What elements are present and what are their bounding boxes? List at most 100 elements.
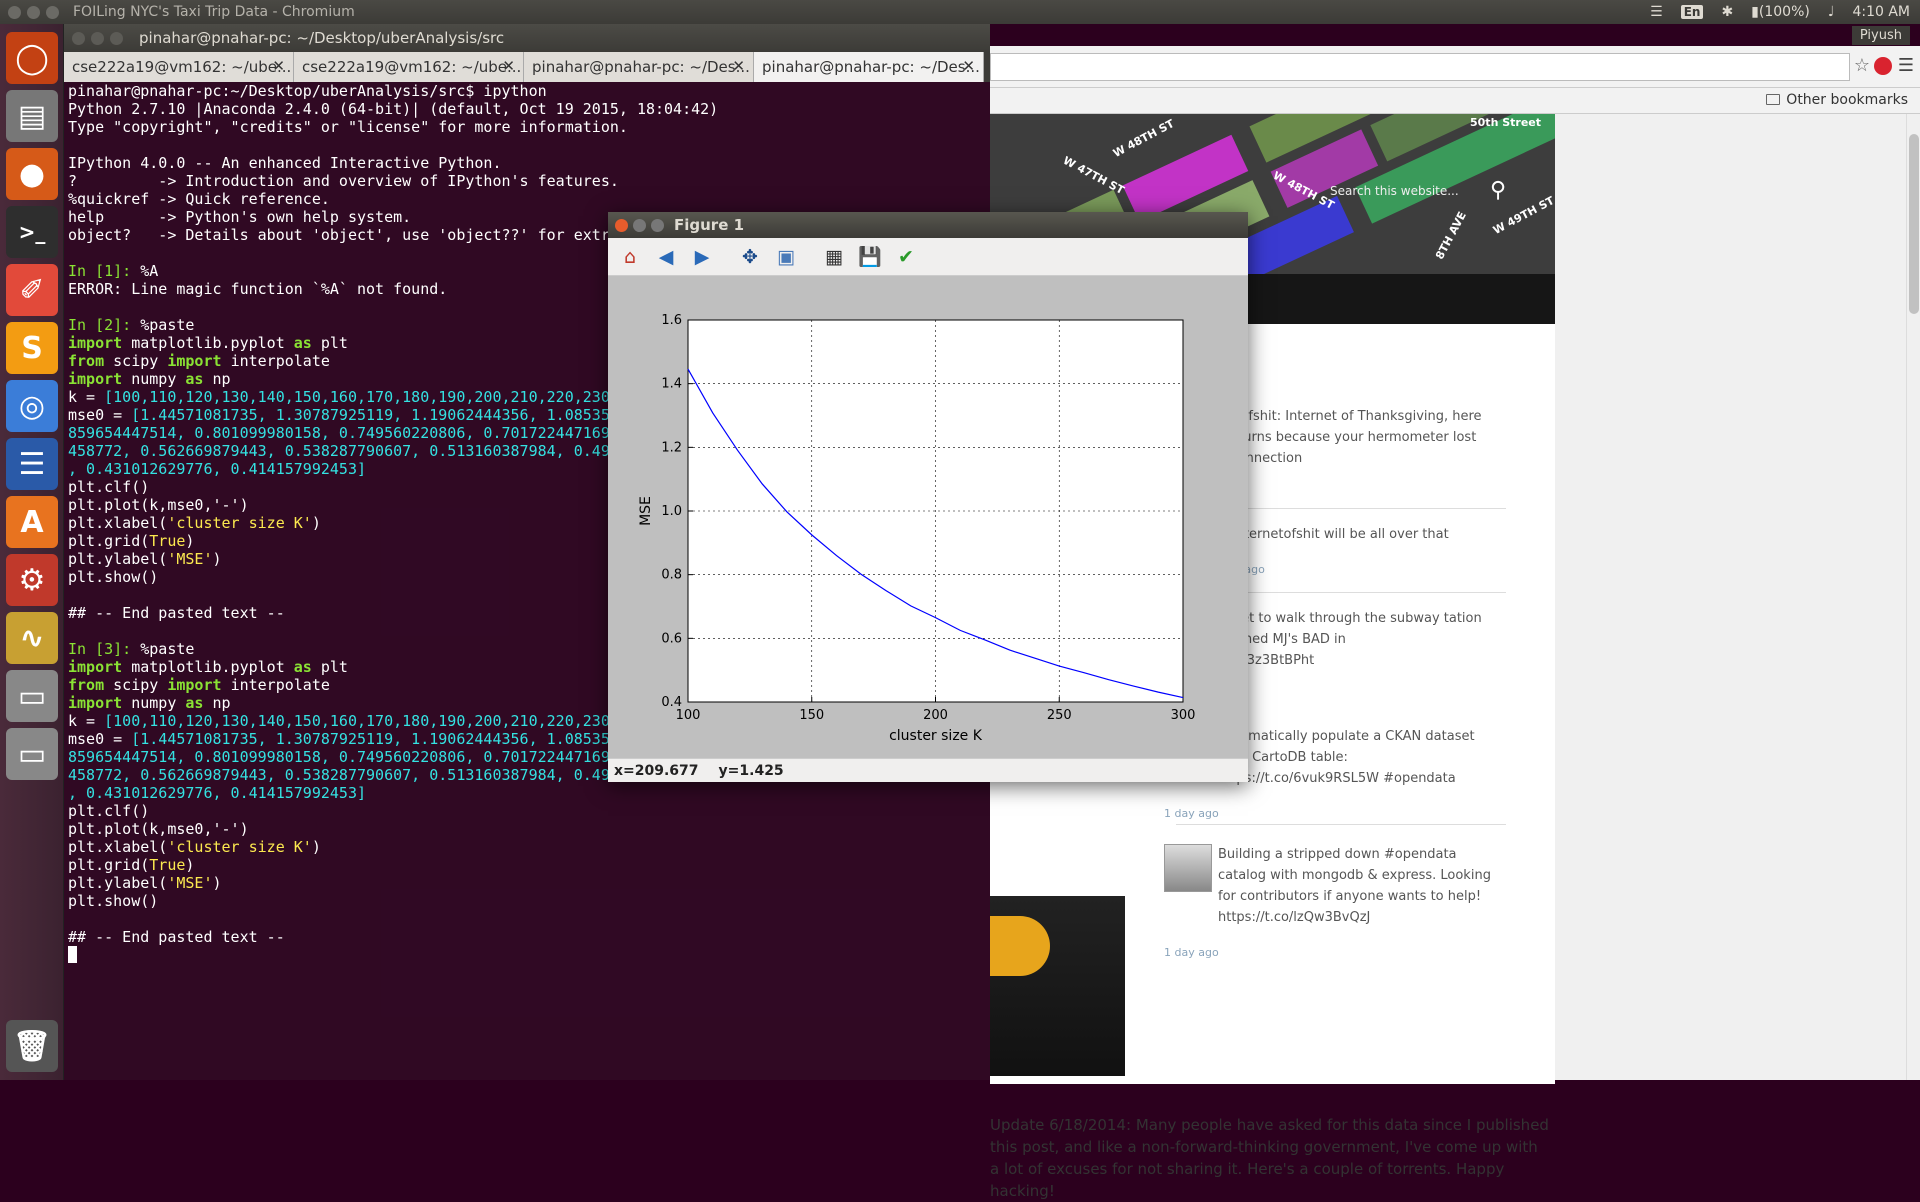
ubuntu-dash-icon[interactable]: ◯: [6, 32, 58, 84]
figure-status-bar: x=209.677 y=1.425: [608, 758, 1248, 782]
pan-icon[interactable]: ✥: [738, 245, 762, 269]
tab-label: pinahar@pnahar-pc: ~/Des...: [762, 58, 980, 76]
bookmarks-bar: Other bookmarks: [990, 88, 1920, 114]
address-bar[interactable]: [990, 53, 1850, 81]
page-scrollbar[interactable]: [1906, 114, 1920, 1080]
scrollbar-thumb[interactable]: [1909, 134, 1919, 314]
bluetooth-icon[interactable]: ✱: [1721, 4, 1733, 20]
keyboard-layout-indicator[interactable]: En: [1680, 5, 1704, 19]
system-monitor-icon[interactable]: ∿: [6, 612, 58, 664]
back-icon[interactable]: ◀: [654, 245, 678, 269]
y-tick-label: 0.8: [661, 568, 682, 583]
chromium-icon[interactable]: ◎: [6, 380, 58, 432]
x-tick-label: 100: [676, 708, 701, 723]
matplotlib-figure-window: Figure 1 ⌂ ◀ ▶ ✥ ▣ ▦ 💾 ✔ 100 150 200 250 300…: [608, 212, 1248, 782]
terminal-line: Type "copyright", "credits" or "license"…: [68, 118, 628, 136]
terminal-line: plt.clf(): [68, 802, 150, 820]
close-tab-icon[interactable]: ✕: [502, 57, 515, 75]
sublime-text-icon[interactable]: S: [6, 322, 58, 374]
avatar[interactable]: [1164, 844, 1212, 892]
software-center-icon[interactable]: A: [6, 496, 58, 548]
other-bookmarks-label: Other bookmarks: [1786, 92, 1908, 108]
terminal-line: ? -> Introduction and overview of IPytho…: [68, 172, 619, 190]
y-tick-label: 1.6: [661, 313, 682, 328]
writer-icon[interactable]: ☰: [6, 438, 58, 490]
address-bar-row: ☆ ☰: [990, 46, 1920, 88]
terminal-line: plt.show(): [68, 892, 159, 910]
home-icon[interactable]: ⌂: [618, 245, 642, 269]
folder-icon: [1766, 94, 1781, 105]
terminal-window-controls[interactable]: [72, 31, 123, 45]
terminal-tab[interactable]: pinahar@pnahar-pc: ~/Des... ✕: [524, 52, 754, 82]
site-search-input[interactable]: Search this website...: [1330, 184, 1459, 198]
files-icon[interactable]: ▤: [6, 90, 58, 142]
terminal-line: pinahar@pnahar-pc:~/Desktop/uberAnalysis…: [68, 82, 547, 100]
close-tab-icon[interactable]: ✕: [732, 57, 745, 75]
volume-icon[interactable]: ♩: [1828, 4, 1835, 20]
user-menu[interactable]: Piyush: [1851, 26, 1910, 45]
figure-title-bar: Figure 1: [608, 212, 1248, 238]
system-tray: ☰ En ✱ ▮(100%) ♩ 4:10 AM Piyush: [1650, 0, 1910, 45]
save-icon[interactable]: 💾: [858, 245, 882, 269]
bookmark-star-icon[interactable]: ☆: [1854, 55, 1870, 76]
terminal-tab[interactable]: cse222a19@vm162: ~/ube... ✕: [294, 52, 524, 82]
terminal-line: plt.ylabel('MSE'): [68, 874, 222, 892]
unity-launcher: ◯ ▤ ● >_ ✐ S ◎ ☰ A ⚙ ∿ ▭ ▭ 🗑: [0, 24, 64, 1080]
system-settings-icon[interactable]: ⚙: [6, 554, 58, 606]
tab-label: pinahar@pnahar-pc: ~/Des...: [532, 58, 750, 76]
other-bookmarks[interactable]: Other bookmarks: [1766, 92, 1908, 108]
minimize-icon[interactable]: [91, 31, 104, 45]
terminal-line: plt.grid(True): [68, 856, 195, 874]
mse-line-chart[interactable]: 100 150 200 250 300 0.4 0.6 0.8 1.0 1.2 1.4 1.6 clus…: [608, 276, 1248, 758]
subplots-icon[interactable]: ▦: [822, 245, 846, 269]
close-icon[interactable]: [615, 218, 628, 232]
close-icon[interactable]: [72, 31, 85, 45]
figure-window-controls[interactable]: [615, 218, 664, 232]
edit-icon[interactable]: ✔: [894, 245, 918, 269]
x-tick-label: 300: [1171, 708, 1196, 723]
drive-icon[interactable]: ▭: [6, 670, 58, 722]
trash-icon[interactable]: 🗑: [6, 1020, 58, 1072]
document-viewer-icon[interactable]: ✐: [6, 264, 58, 316]
tweet-text: Building a stripped down #opendata catal…: [1218, 847, 1491, 925]
figure-toolbar: ⌂ ◀ ▶ ✥ ▣ ▦ 💾 ✔: [608, 238, 1248, 276]
minimize-icon[interactable]: [633, 218, 646, 232]
wifi-icon[interactable]: ☰: [1650, 4, 1663, 20]
maximize-icon[interactable]: [110, 31, 123, 45]
clock[interactable]: 4:10 AM: [1852, 4, 1910, 20]
zoom-icon[interactable]: ▣: [774, 245, 798, 269]
tab-label: cse222a19@vm162: ~/ube...: [302, 58, 522, 76]
drive-icon-2[interactable]: ▭: [6, 728, 58, 780]
tweet-time[interactable]: 1 day ago: [1164, 803, 1494, 824]
firefox-icon[interactable]: ●: [6, 148, 58, 200]
tweet-item: Building a stripped down #opendata catal…: [1164, 844, 1494, 963]
tweet-text: Automatically populate a CKAN dataset fo…: [1218, 729, 1475, 786]
menu-icon[interactable]: ☰: [1898, 55, 1914, 76]
terminal-line: , 0.431012629776, 0.414157992453]: [68, 784, 367, 802]
forward-icon[interactable]: ▶: [690, 245, 714, 269]
close-tab-icon[interactable]: ✕: [272, 57, 285, 75]
adblock-icon[interactable]: [1874, 57, 1892, 75]
terminal-icon[interactable]: >_: [6, 206, 58, 258]
terminal-title-bar: pinahar@pnahar-pc: ~/Desktop/uberAnalysi…: [64, 24, 990, 52]
close-tab-icon[interactable]: ✕: [962, 57, 975, 75]
terminal-tabs: cse222a19@vm162: ~/ube... ✕ cse222a19@vm1…: [64, 52, 990, 82]
y-tick-label: 0.4: [661, 695, 682, 710]
y-tick-label: 1.2: [661, 440, 682, 455]
x-tick-label: 150: [799, 708, 824, 723]
terminal-cursor: [68, 946, 77, 963]
figure-canvas[interactable]: 100 150 200 250 300 0.4 0.6 0.8 1.0 1.2 1.4 1.6 clus…: [608, 276, 1248, 758]
article-update-text: Update 6/18/2014: Many people have asked…: [990, 1116, 1549, 1200]
cursor-y-readout: y=1.425: [718, 762, 784, 779]
window-controls[interactable]: [8, 5, 59, 19]
terminal-tab-active[interactable]: pinahar@pnahar-pc: ~/Des... ✕: [754, 52, 984, 82]
battery-indicator[interactable]: ▮(100%): [1751, 4, 1810, 20]
tweet-time[interactable]: 1 day ago: [1164, 942, 1494, 963]
maximize-icon[interactable]: [651, 218, 664, 232]
x-tick-label: 250: [1047, 708, 1072, 723]
search-icon[interactable]: ⚲: [1490, 178, 1506, 203]
terminal-cursor-line: [68, 946, 990, 964]
active-app-title: FOILing NYC's Taxi Trip Data - Chromium: [73, 4, 355, 20]
terminal-tab[interactable]: cse222a19@vm162: ~/ube... ✕: [64, 52, 294, 82]
